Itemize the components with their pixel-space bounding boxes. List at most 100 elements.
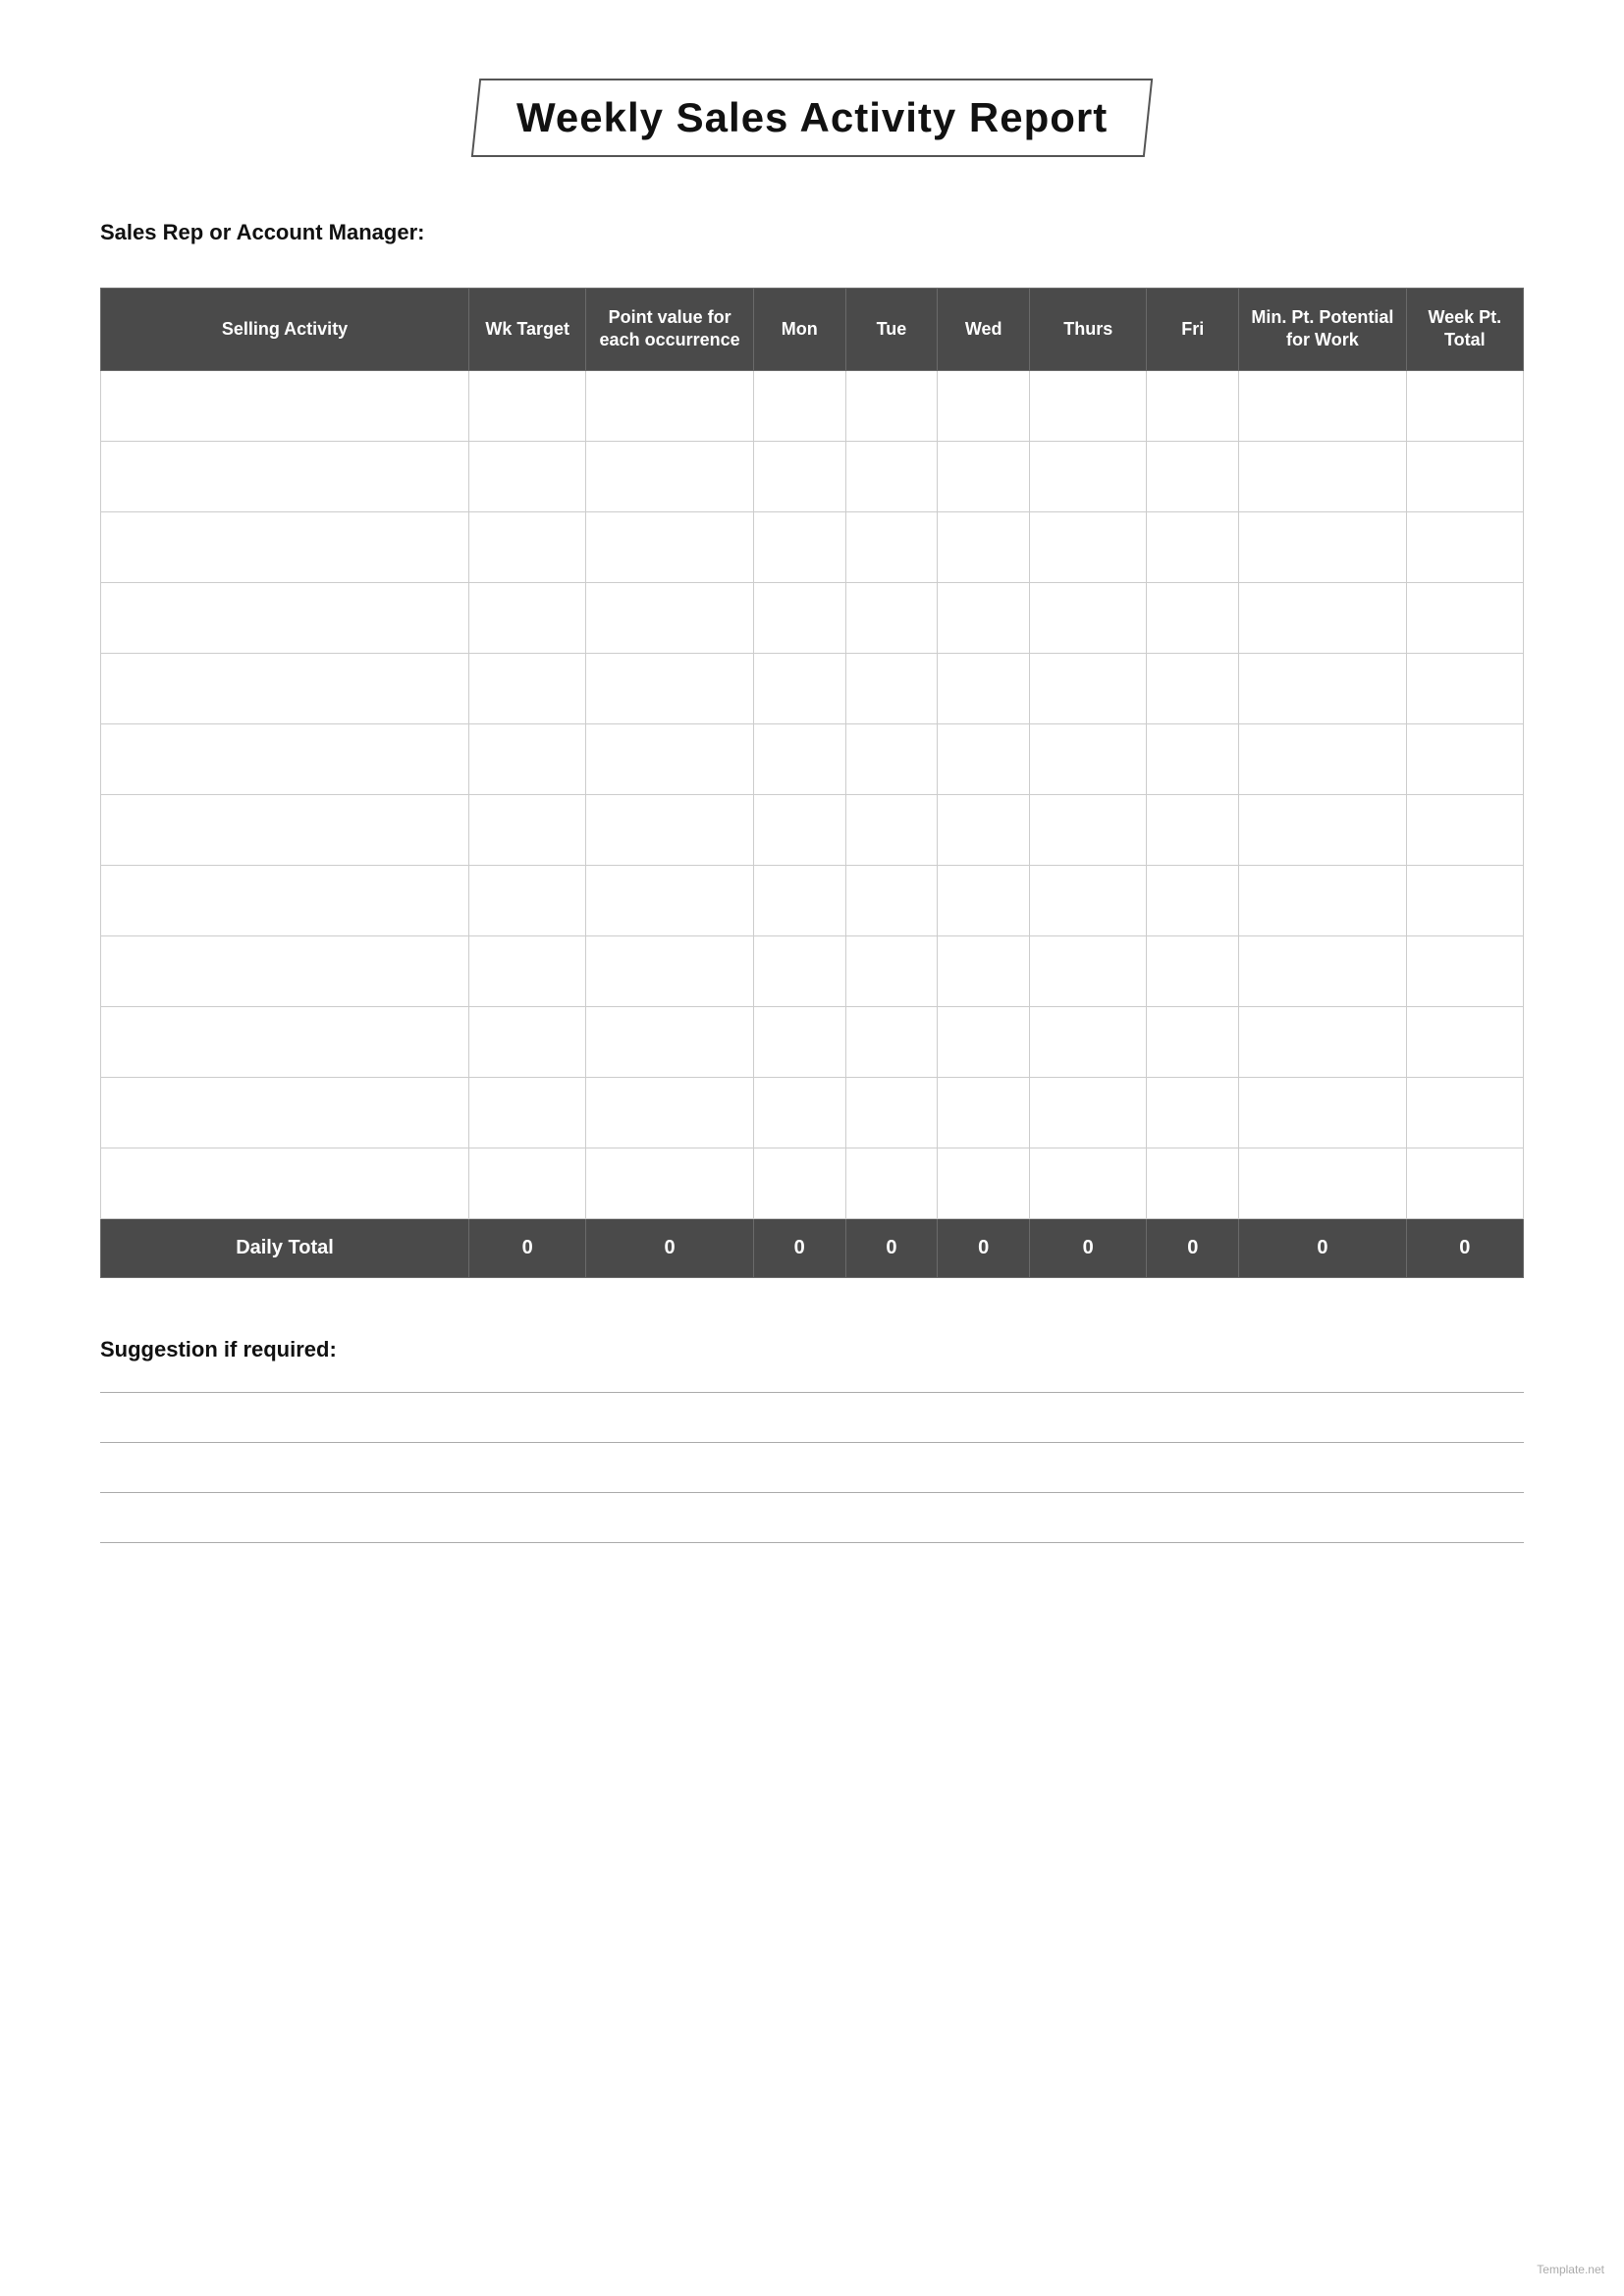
cell-tue-row-5[interactable] bbox=[845, 723, 938, 794]
cell-thurs-row-5[interactable] bbox=[1030, 723, 1147, 794]
cell-mon-row-10[interactable] bbox=[753, 1077, 845, 1148]
cell-wk_target-row-11[interactable] bbox=[469, 1148, 586, 1218]
cell-min_pt-row-8[interactable] bbox=[1239, 935, 1406, 1006]
cell-thurs-row-2[interactable] bbox=[1030, 511, 1147, 582]
cell-wk_target-row-5[interactable] bbox=[469, 723, 586, 794]
cell-wed-row-1[interactable] bbox=[938, 441, 1030, 511]
cell-point_value-row-6[interactable] bbox=[586, 794, 753, 865]
cell-thurs-row-3[interactable] bbox=[1030, 582, 1147, 653]
cell-tue-row-7[interactable] bbox=[845, 865, 938, 935]
cell-fri-row-4[interactable] bbox=[1147, 653, 1239, 723]
cell-point_value-row-2[interactable] bbox=[586, 511, 753, 582]
cell-week_pt_total-row-0[interactable] bbox=[1406, 370, 1523, 441]
cell-fri-row-8[interactable] bbox=[1147, 935, 1239, 1006]
cell-fri-row-7[interactable] bbox=[1147, 865, 1239, 935]
cell-fri-row-6[interactable] bbox=[1147, 794, 1239, 865]
cell-min_pt-row-10[interactable] bbox=[1239, 1077, 1406, 1148]
cell-wed-row-11[interactable] bbox=[938, 1148, 1030, 1218]
cell-thurs-row-1[interactable] bbox=[1030, 441, 1147, 511]
cell-week_pt_total-row-8[interactable] bbox=[1406, 935, 1523, 1006]
cell-wed-row-6[interactable] bbox=[938, 794, 1030, 865]
cell-selling_activity-row-10[interactable] bbox=[101, 1077, 469, 1148]
cell-mon-row-2[interactable] bbox=[753, 511, 845, 582]
cell-min_pt-row-0[interactable] bbox=[1239, 370, 1406, 441]
cell-week_pt_total-row-2[interactable] bbox=[1406, 511, 1523, 582]
cell-week_pt_total-row-3[interactable] bbox=[1406, 582, 1523, 653]
cell-selling_activity-row-11[interactable] bbox=[101, 1148, 469, 1218]
cell-mon-row-11[interactable] bbox=[753, 1148, 845, 1218]
cell-mon-row-7[interactable] bbox=[753, 865, 845, 935]
cell-mon-row-3[interactable] bbox=[753, 582, 845, 653]
cell-min_pt-row-4[interactable] bbox=[1239, 653, 1406, 723]
cell-mon-row-1[interactable] bbox=[753, 441, 845, 511]
cell-wk_target-row-3[interactable] bbox=[469, 582, 586, 653]
cell-mon-row-8[interactable] bbox=[753, 935, 845, 1006]
cell-wk_target-row-2[interactable] bbox=[469, 511, 586, 582]
cell-tue-row-2[interactable] bbox=[845, 511, 938, 582]
cell-selling_activity-row-4[interactable] bbox=[101, 653, 469, 723]
cell-min_pt-row-3[interactable] bbox=[1239, 582, 1406, 653]
cell-week_pt_total-row-9[interactable] bbox=[1406, 1006, 1523, 1077]
cell-point_value-row-10[interactable] bbox=[586, 1077, 753, 1148]
cell-point_value-row-3[interactable] bbox=[586, 582, 753, 653]
cell-selling_activity-row-7[interactable] bbox=[101, 865, 469, 935]
cell-wed-row-0[interactable] bbox=[938, 370, 1030, 441]
cell-min_pt-row-7[interactable] bbox=[1239, 865, 1406, 935]
cell-wed-row-5[interactable] bbox=[938, 723, 1030, 794]
cell-tue-row-10[interactable] bbox=[845, 1077, 938, 1148]
cell-selling_activity-row-5[interactable] bbox=[101, 723, 469, 794]
cell-point_value-row-8[interactable] bbox=[586, 935, 753, 1006]
cell-min_pt-row-6[interactable] bbox=[1239, 794, 1406, 865]
cell-week_pt_total-row-10[interactable] bbox=[1406, 1077, 1523, 1148]
cell-selling_activity-row-6[interactable] bbox=[101, 794, 469, 865]
cell-wk_target-row-7[interactable] bbox=[469, 865, 586, 935]
cell-thurs-row-10[interactable] bbox=[1030, 1077, 1147, 1148]
cell-wed-row-10[interactable] bbox=[938, 1077, 1030, 1148]
cell-selling_activity-row-2[interactable] bbox=[101, 511, 469, 582]
cell-wk_target-row-0[interactable] bbox=[469, 370, 586, 441]
cell-wed-row-9[interactable] bbox=[938, 1006, 1030, 1077]
cell-week_pt_total-row-1[interactable] bbox=[1406, 441, 1523, 511]
cell-tue-row-11[interactable] bbox=[845, 1148, 938, 1218]
cell-fri-row-10[interactable] bbox=[1147, 1077, 1239, 1148]
cell-point_value-row-4[interactable] bbox=[586, 653, 753, 723]
cell-wed-row-2[interactable] bbox=[938, 511, 1030, 582]
cell-wed-row-4[interactable] bbox=[938, 653, 1030, 723]
cell-thurs-row-8[interactable] bbox=[1030, 935, 1147, 1006]
cell-mon-row-4[interactable] bbox=[753, 653, 845, 723]
cell-week_pt_total-row-11[interactable] bbox=[1406, 1148, 1523, 1218]
cell-tue-row-6[interactable] bbox=[845, 794, 938, 865]
cell-tue-row-0[interactable] bbox=[845, 370, 938, 441]
cell-wk_target-row-8[interactable] bbox=[469, 935, 586, 1006]
cell-fri-row-1[interactable] bbox=[1147, 441, 1239, 511]
cell-selling_activity-row-9[interactable] bbox=[101, 1006, 469, 1077]
cell-mon-row-0[interactable] bbox=[753, 370, 845, 441]
cell-selling_activity-row-8[interactable] bbox=[101, 935, 469, 1006]
cell-wed-row-8[interactable] bbox=[938, 935, 1030, 1006]
cell-min_pt-row-11[interactable] bbox=[1239, 1148, 1406, 1218]
cell-thurs-row-6[interactable] bbox=[1030, 794, 1147, 865]
cell-fri-row-0[interactable] bbox=[1147, 370, 1239, 441]
cell-wk_target-row-6[interactable] bbox=[469, 794, 586, 865]
cell-fri-row-11[interactable] bbox=[1147, 1148, 1239, 1218]
cell-tue-row-1[interactable] bbox=[845, 441, 938, 511]
cell-thurs-row-4[interactable] bbox=[1030, 653, 1147, 723]
cell-selling_activity-row-3[interactable] bbox=[101, 582, 469, 653]
cell-point_value-row-1[interactable] bbox=[586, 441, 753, 511]
cell-min_pt-row-5[interactable] bbox=[1239, 723, 1406, 794]
cell-thurs-row-9[interactable] bbox=[1030, 1006, 1147, 1077]
cell-week_pt_total-row-4[interactable] bbox=[1406, 653, 1523, 723]
cell-tue-row-8[interactable] bbox=[845, 935, 938, 1006]
cell-wed-row-7[interactable] bbox=[938, 865, 1030, 935]
cell-week_pt_total-row-6[interactable] bbox=[1406, 794, 1523, 865]
cell-fri-row-5[interactable] bbox=[1147, 723, 1239, 794]
cell-fri-row-3[interactable] bbox=[1147, 582, 1239, 653]
cell-week_pt_total-row-5[interactable] bbox=[1406, 723, 1523, 794]
cell-wed-row-3[interactable] bbox=[938, 582, 1030, 653]
cell-tue-row-3[interactable] bbox=[845, 582, 938, 653]
cell-point_value-row-0[interactable] bbox=[586, 370, 753, 441]
cell-fri-row-2[interactable] bbox=[1147, 511, 1239, 582]
cell-fri-row-9[interactable] bbox=[1147, 1006, 1239, 1077]
cell-mon-row-6[interactable] bbox=[753, 794, 845, 865]
cell-point_value-row-9[interactable] bbox=[586, 1006, 753, 1077]
